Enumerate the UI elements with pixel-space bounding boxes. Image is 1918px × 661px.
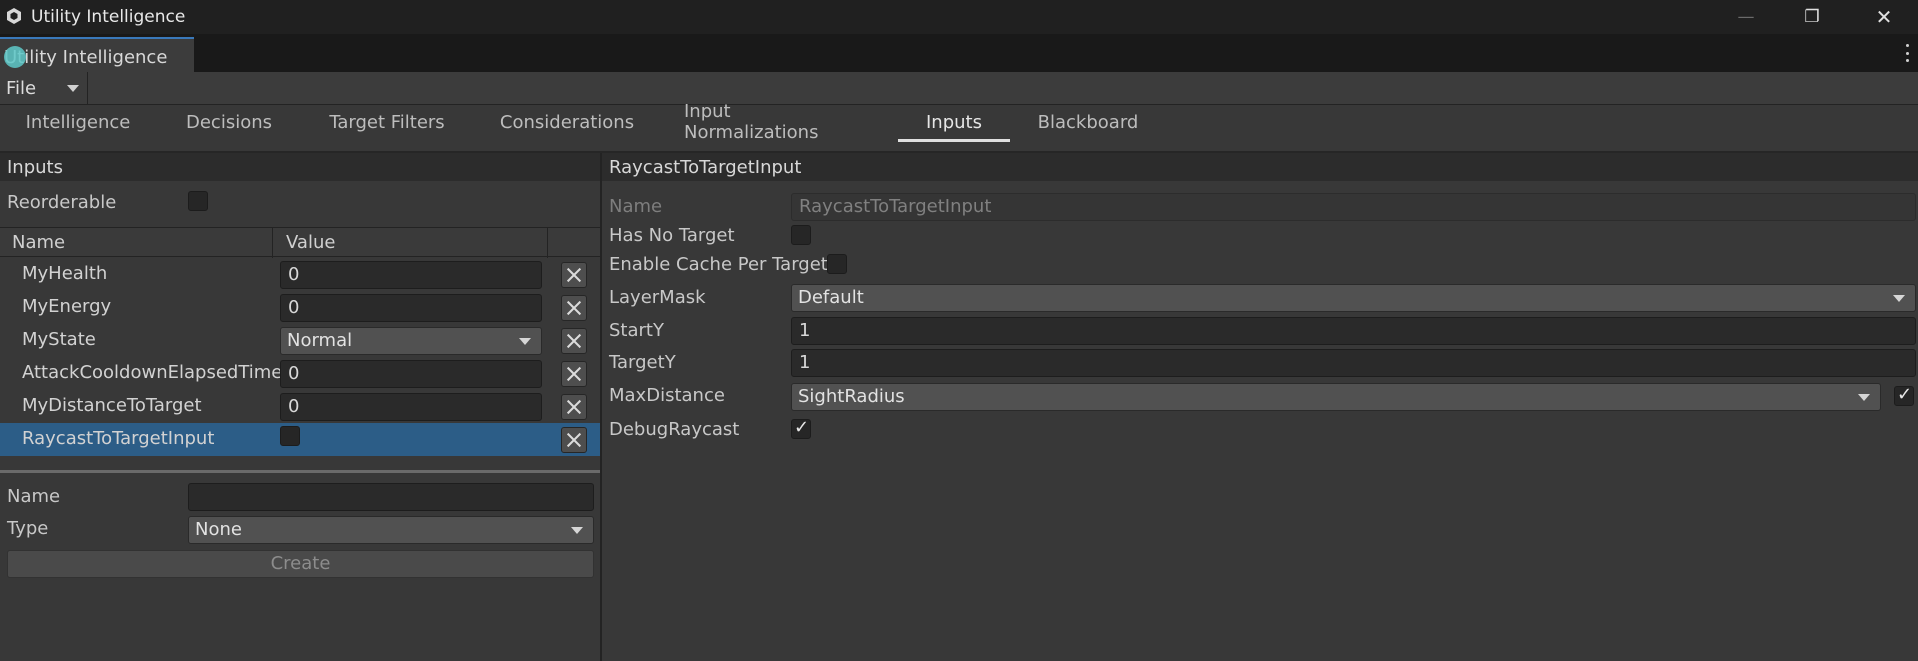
column-header-name: Name	[12, 232, 66, 253]
input-value-dropdown[interactable]: Normal	[280, 327, 542, 355]
target-y-field[interactable]: 1	[791, 349, 1916, 377]
input-name: RaycastToTargetInput	[22, 428, 215, 449]
table-row[interactable]: MyHealth 0	[0, 258, 600, 291]
column-header-value: Value	[286, 232, 336, 253]
new-input-name-field[interactable]	[188, 483, 594, 511]
remove-input-button[interactable]	[561, 394, 587, 420]
file-menu[interactable]: File	[0, 72, 88, 104]
tab-considerations[interactable]: Considerations	[494, 105, 640, 139]
remove-input-button[interactable]	[561, 262, 587, 288]
input-detail-panel: RaycastToTargetInput Name RaycastToTarge…	[602, 153, 1918, 661]
chevron-down-icon	[1858, 394, 1870, 401]
tab-blackboard[interactable]: Blackboard	[1030, 105, 1146, 139]
new-input-type-dropdown[interactable]: None	[188, 516, 594, 544]
tab-label: Target Filters	[329, 111, 445, 133]
input-value-field[interactable]: 0	[280, 294, 542, 322]
start-y-field[interactable]: 1	[791, 317, 1916, 345]
input-name: MyDistanceToTarget	[22, 395, 202, 416]
create-button[interactable]: Create	[7, 550, 594, 578]
debug-raycast-label: DebugRaycast	[609, 419, 740, 440]
start-y-label: StartY	[609, 320, 664, 341]
tab-inputs[interactable]: Inputs	[898, 105, 1010, 142]
table-row[interactable]: MyEnergy 0	[0, 291, 600, 324]
document-tab-strip: Utility Intelligence	[0, 34, 1918, 72]
layer-mask-label: LayerMask	[609, 287, 706, 308]
name-label: Name	[609, 196, 663, 217]
new-input-name-label: Name	[7, 486, 61, 507]
has-no-target-checkbox[interactable]	[791, 225, 811, 245]
has-no-target-label: Has No Target	[609, 225, 735, 246]
dropdown-value: None	[195, 519, 242, 540]
toolbar: File	[0, 72, 1918, 105]
max-distance-label: MaxDistance	[609, 385, 725, 406]
tab-label: Blackboard	[1037, 111, 1139, 133]
enable-cache-checkbox[interactable]	[827, 254, 847, 274]
close-icon: ✕	[1875, 5, 1893, 29]
reorderable-checkbox[interactable]	[188, 191, 208, 211]
tab-label: Decisions	[185, 111, 272, 133]
tab-intelligence[interactable]: Intelligence	[18, 105, 138, 139]
file-menu-label: File	[6, 77, 37, 99]
more-options-icon[interactable]	[1904, 44, 1910, 62]
title-bar: Utility Intelligence — ❐ ✕	[0, 0, 1918, 34]
list-resize-handle[interactable]	[0, 470, 600, 473]
table-row[interactable]: MyDistanceToTarget 0	[0, 390, 600, 423]
document-tab[interactable]: Utility Intelligence	[0, 37, 194, 72]
tab-label: Considerations	[499, 111, 635, 133]
input-value-field[interactable]: 0	[280, 261, 542, 289]
close-window-button[interactable]: ✕	[1856, 0, 1912, 34]
reorderable-label: Reorderable	[7, 192, 117, 213]
dropdown-value: Default	[798, 287, 864, 308]
minimize-button[interactable]: —	[1718, 0, 1774, 34]
input-value-checkbox[interactable]	[280, 426, 300, 446]
input-name: AttackCooldownElapsedTime	[22, 362, 283, 383]
chevron-down-icon	[1893, 295, 1905, 302]
debug-raycast-checkbox[interactable]	[791, 417, 811, 439]
dropdown-value: Normal	[287, 330, 353, 351]
cursor-indicator	[4, 46, 26, 68]
tab-decisions[interactable]: Decisions	[176, 105, 282, 139]
table-row[interactable]: AttackCooldownElapsedTime 0	[0, 357, 600, 390]
tab-label: Input Normalizations	[684, 101, 819, 143]
remove-input-button[interactable]	[561, 328, 587, 354]
section-tabs: Intelligence Decisions Target Filters Co…	[0, 101, 1918, 151]
input-value-field[interactable]: 0	[280, 393, 542, 421]
window-title: Utility Intelligence	[31, 7, 186, 27]
input-name: MyHealth	[22, 263, 108, 284]
remove-input-button[interactable]	[561, 361, 587, 387]
input-name: MyState	[22, 329, 96, 350]
input-value-field[interactable]: 0	[280, 360, 542, 388]
detail-header: RaycastToTargetInput	[602, 153, 1918, 181]
inputs-table-header: Name Value	[0, 227, 600, 258]
name-field: RaycastToTargetInput	[791, 193, 1916, 221]
table-row-selected[interactable]: RaycastToTargetInput	[0, 423, 600, 456]
max-distance-toggle-checkbox[interactable]	[1894, 384, 1914, 406]
chevron-down-icon	[67, 85, 79, 92]
unity-logo-icon	[7, 8, 21, 24]
document-tab-label: Utility Intelligence	[4, 47, 168, 68]
tab-label: Inputs	[926, 111, 982, 133]
layer-mask-dropdown[interactable]: Default	[791, 284, 1916, 312]
inputs-panel: Inputs Reorderable Name Value MyHealth 0…	[0, 153, 600, 661]
input-name: MyEnergy	[22, 296, 112, 317]
table-row[interactable]: MyState Normal	[0, 324, 600, 357]
dropdown-value: SightRadius	[798, 386, 905, 407]
enable-cache-label: Enable Cache Per Target	[609, 254, 828, 275]
max-distance-dropdown[interactable]: SightRadius	[791, 383, 1881, 411]
restore-icon: ❐	[1804, 7, 1820, 27]
minimize-icon: —	[1737, 7, 1755, 27]
target-y-label: TargetY	[609, 352, 676, 373]
remove-input-button[interactable]	[561, 295, 587, 321]
new-input-type-label: Type	[7, 518, 49, 539]
remove-input-button[interactable]	[561, 427, 587, 453]
column-divider[interactable]	[272, 228, 273, 258]
chevron-down-icon	[571, 527, 583, 534]
tab-label: Intelligence	[25, 111, 131, 133]
inputs-header: Inputs	[0, 153, 600, 181]
tab-input-normalizations[interactable]: Input Normalizations	[684, 101, 866, 143]
chevron-down-icon	[519, 338, 531, 345]
column-divider[interactable]	[547, 228, 548, 258]
tab-target-filters[interactable]: Target Filters	[322, 105, 452, 139]
restore-button[interactable]: ❐	[1784, 0, 1840, 34]
